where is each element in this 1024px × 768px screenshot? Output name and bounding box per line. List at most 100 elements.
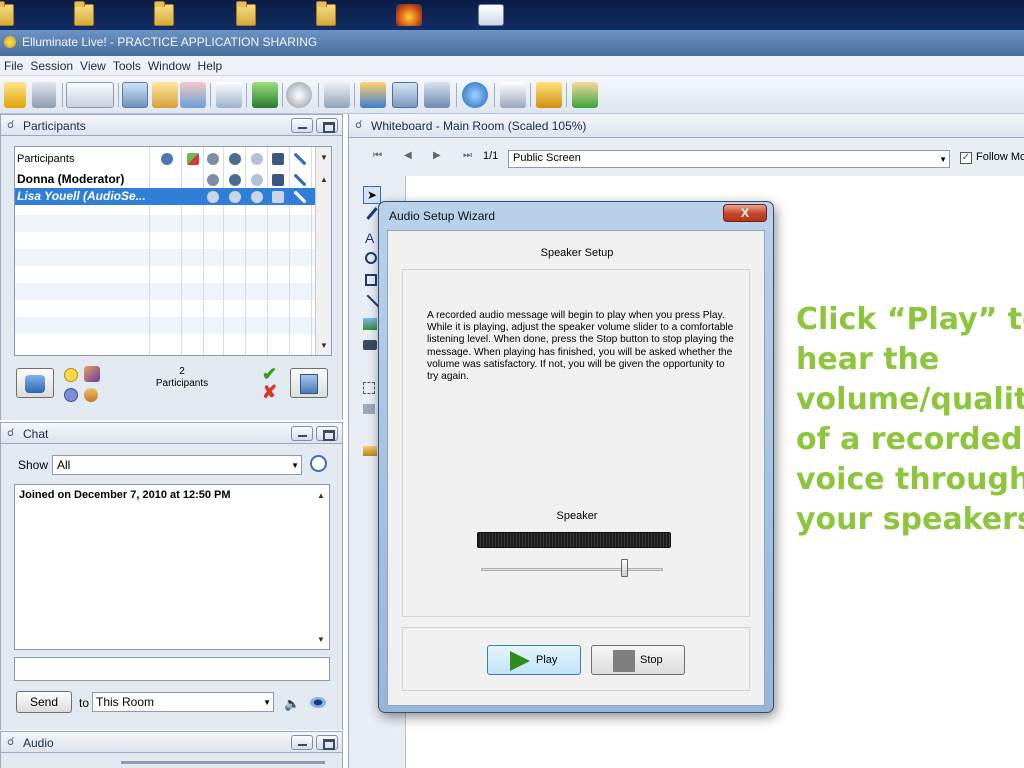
folder-icon[interactable]	[0, 1, 14, 26]
text-tool-icon[interactable]: A	[365, 230, 374, 246]
next-page-icon[interactable]: ▶	[433, 150, 441, 161]
speaker-volume-slider[interactable]	[481, 568, 663, 571]
add-participant-icon[interactable]	[572, 82, 598, 108]
application-icon[interactable]	[396, 4, 422, 26]
smiley-icon[interactable]	[64, 368, 78, 382]
desktop-share-icon[interactable]	[252, 82, 278, 108]
recipient-select[interactable]: This Room ▼	[92, 692, 274, 712]
follow-moderator-checkbox[interactable]: ✓	[960, 152, 972, 164]
video-icon[interactable]	[229, 191, 241, 203]
folder-icon[interactable]	[74, 1, 94, 26]
exit-button[interactable]	[290, 368, 328, 398]
load-content-icon[interactable]	[360, 82, 386, 108]
last-page-icon[interactable]: ⏭	[463, 150, 472, 161]
pen-tool-icon[interactable]	[366, 207, 378, 220]
microphone-icon[interactable]	[207, 191, 219, 203]
raise-hand-button[interactable]	[16, 368, 54, 398]
video-icon[interactable]	[229, 153, 241, 165]
menu-view[interactable]: View	[76, 56, 109, 73]
save-icon[interactable]	[4, 82, 26, 108]
screen-select[interactable]: Public Screen ▼	[508, 150, 950, 168]
scroll-up-icon[interactable]: ▲	[320, 175, 328, 184]
x-mark-icon[interactable]: ✘	[262, 382, 277, 403]
screen-icon[interactable]	[272, 174, 284, 186]
microphone-icon[interactable]	[207, 153, 219, 165]
timer-icon[interactable]	[500, 82, 526, 108]
screen-capture-tool-icon[interactable]	[363, 340, 377, 350]
video-icon[interactable]	[229, 174, 241, 186]
previous-page-icon[interactable]: ◀	[404, 150, 412, 161]
chat-bubble-icon[interactable]	[251, 191, 263, 203]
send-button[interactable]: Send	[16, 691, 72, 713]
maximize-button[interactable]	[316, 426, 338, 441]
pointer-tool-icon[interactable]: ➤	[363, 186, 381, 204]
screen-icon[interactable]	[272, 191, 284, 203]
pen-icon[interactable]	[294, 174, 306, 186]
image-tool-icon[interactable]	[363, 318, 377, 330]
word-document-icon[interactable]	[478, 4, 504, 26]
chat-scrollbar[interactable]: ▲ ▼	[313, 485, 329, 649]
select-region-tool-icon[interactable]	[363, 382, 375, 394]
microphone-icon[interactable]	[207, 174, 219, 186]
pin-icon[interactable]: ☌	[355, 118, 362, 131]
presentation-icon[interactable]	[216, 82, 242, 108]
first-page-icon[interactable]: ⏮	[373, 150, 382, 161]
confused-icon[interactable]	[64, 388, 78, 402]
laugh-icon[interactable]	[84, 388, 98, 402]
participant-row[interactable]: Donna (Moderator)	[15, 171, 315, 188]
print-icon[interactable]	[32, 82, 56, 108]
raise-hand-icon[interactable]	[161, 153, 173, 165]
clock-icon[interactable]	[310, 455, 327, 472]
minimize-button[interactable]	[291, 735, 313, 750]
pen-icon[interactable]	[294, 153, 306, 165]
play-button[interactable]: Play	[487, 645, 581, 675]
cd-icon[interactable]	[286, 82, 312, 108]
pin-icon[interactable]: ☌	[7, 735, 17, 749]
folder-icon[interactable]	[154, 1, 174, 26]
stop-button[interactable]: Stop	[591, 645, 685, 675]
ellipse-tool-icon[interactable]	[365, 252, 377, 264]
chat-filter-select[interactable]: All ▼	[52, 455, 302, 475]
close-button[interactable]: X	[723, 204, 767, 222]
maximize-button[interactable]	[316, 118, 338, 133]
scroll-down-icon[interactable]: ▼	[317, 635, 325, 644]
screen-icon[interactable]	[272, 153, 284, 165]
scroll-up-icon[interactable]: ▲	[317, 491, 325, 500]
chat-bubble-icon[interactable]	[251, 153, 263, 165]
audio-volume-slider[interactable]	[121, 761, 325, 764]
column-header-participants[interactable]: Participants	[17, 149, 157, 169]
check-x-icon[interactable]	[187, 153, 199, 165]
layout-dropdown[interactable]	[66, 82, 114, 108]
menu-tools[interactable]: Tools	[109, 56, 144, 73]
menu-window[interactable]: Window	[144, 56, 194, 73]
lock-icon[interactable]	[152, 82, 178, 108]
chat-message-input[interactable]	[14, 657, 330, 681]
pin-icon[interactable]: ☌	[7, 118, 17, 132]
view-participant-icon[interactable]	[122, 82, 148, 108]
webcam-icon[interactable]	[392, 82, 418, 108]
applause-icon[interactable]	[84, 366, 100, 382]
sound-icon[interactable]: 🔈	[284, 696, 300, 712]
quiz-icon[interactable]	[536, 82, 562, 108]
menu-file[interactable]: File	[0, 56, 26, 73]
file-transfer-icon[interactable]	[324, 82, 350, 108]
chat-bubble-icon[interactable]	[251, 174, 263, 186]
clip-art-tool-icon[interactable]	[363, 404, 375, 414]
pen-icon[interactable]	[294, 191, 306, 203]
pin-icon[interactable]: ☌	[7, 426, 17, 440]
scroll-down-icon[interactable]: ▼	[320, 153, 328, 162]
web-tour-icon[interactable]	[462, 82, 488, 108]
minimize-button[interactable]	[291, 426, 313, 441]
folder-icon[interactable]	[316, 1, 336, 26]
eye-icon[interactable]	[310, 697, 326, 708]
maximize-button[interactable]	[316, 735, 338, 750]
menu-session[interactable]: Session	[26, 56, 76, 73]
speaker-volume-thumb[interactable]	[621, 559, 628, 577]
participant-row[interactable]: Lisa Youell (AudioSe...	[15, 188, 315, 205]
folder-icon[interactable]	[236, 1, 256, 26]
participants-scrollbar[interactable]: ▼ ▲ ▼	[315, 147, 331, 355]
rectangle-tool-icon[interactable]	[365, 274, 377, 286]
notes-icon[interactable]	[180, 82, 206, 108]
folder-tool-icon[interactable]	[363, 446, 377, 456]
menu-help[interactable]: Help	[194, 56, 226, 73]
